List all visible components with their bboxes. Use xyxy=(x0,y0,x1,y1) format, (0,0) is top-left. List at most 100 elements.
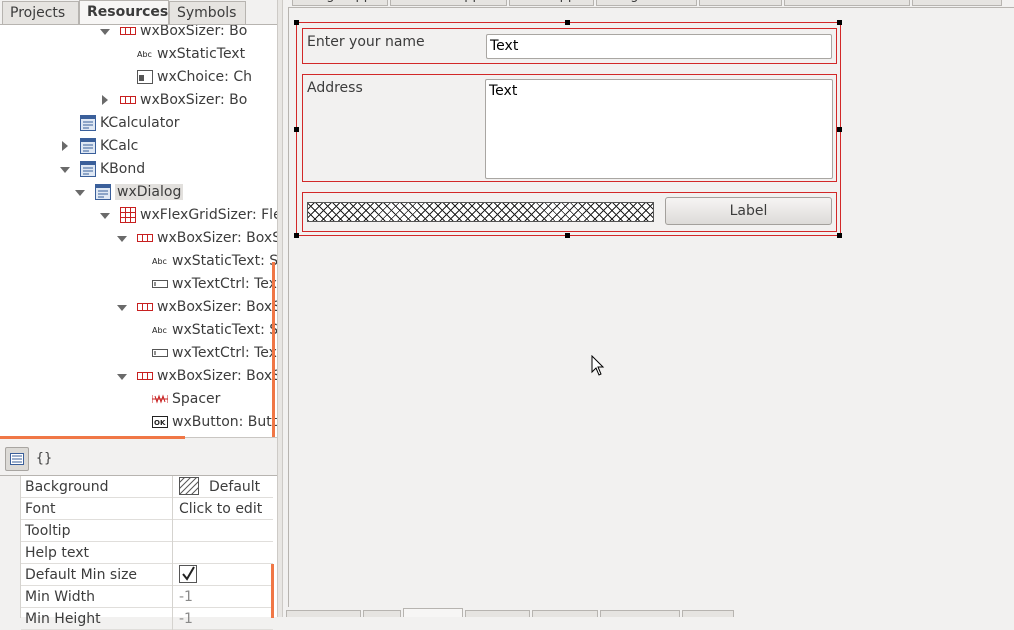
tree-item[interactable]: wxBoxSizer: BoxSiz xyxy=(137,227,277,249)
expand-arrow-icon[interactable] xyxy=(102,95,108,105)
bottom-tab[interactable] xyxy=(532,610,598,617)
button-icon: OK xyxy=(152,416,168,428)
boxsizer-icon xyxy=(137,234,153,242)
file-tab[interactable]: wxAgeForm xyxy=(596,0,697,6)
property-value[interactable] xyxy=(174,564,273,586)
label-button[interactable]: Label xyxy=(665,197,832,225)
resource-tree[interactable]: wxBoxSizer: Bo Abc wxStaticText wxChoice: C… xyxy=(0,24,277,438)
tree-item-label: wxBoxSizer: BoxSiz xyxy=(157,368,277,384)
collapse-arrow-icon[interactable] xyxy=(100,29,110,35)
property-value[interactable]: -1 xyxy=(174,608,273,630)
property-row[interactable]: Default Min size xyxy=(21,564,273,586)
collapse-arrow-icon[interactable] xyxy=(60,167,70,173)
checkbox-checked-icon[interactable] xyxy=(179,564,197,583)
button-row-sizer[interactable]: Label xyxy=(302,192,837,232)
bottom-tab[interactable] xyxy=(363,610,401,617)
resize-handle-br[interactable] xyxy=(837,233,842,238)
dialog-icon xyxy=(95,184,111,200)
svg-text:Abc: Abc xyxy=(137,50,152,59)
tree-item[interactable]: wxTextCtrl: TextC xyxy=(152,273,277,295)
collapse-arrow-icon[interactable] xyxy=(117,374,127,380)
panel-splitter[interactable] xyxy=(0,436,185,439)
tree-item[interactable]: KBond xyxy=(80,158,145,180)
tree-item[interactable]: KCalc xyxy=(80,135,138,157)
tab-projects[interactable]: Projects xyxy=(2,1,79,24)
tree-item[interactable]: wxDialog xyxy=(95,181,184,203)
resize-handle-l[interactable] xyxy=(294,127,299,132)
tree-scroll-indicator[interactable] xyxy=(272,262,275,438)
properties-view-button[interactable] xyxy=(5,447,29,471)
resize-handle-bl[interactable] xyxy=(294,233,299,238)
property-row[interactable]: Min Height -1 xyxy=(21,608,273,630)
tree-item-label: KCalc xyxy=(100,138,139,154)
collapse-arrow-icon[interactable] xyxy=(117,305,127,311)
resize-handle-r[interactable] xyxy=(837,127,842,132)
tree-item[interactable]: KCalculator xyxy=(80,112,180,134)
textctrl-icon xyxy=(152,349,168,357)
property-value[interactable]: Default xyxy=(174,476,273,498)
tree-item[interactable]: Abc wxStaticText xyxy=(137,43,245,65)
property-scroll-indicator[interactable] xyxy=(271,564,274,618)
property-value[interactable] xyxy=(174,542,273,564)
property-row[interactable]: Font Click to edit xyxy=(21,498,273,520)
property-row[interactable]: Help text xyxy=(21,542,273,564)
mouse-cursor-icon xyxy=(591,355,605,376)
dialog-preview[interactable]: Enter your name Text Address Text Label xyxy=(294,20,842,238)
property-row[interactable]: Tooltip xyxy=(21,520,273,542)
svg-text:Abc: Abc xyxy=(152,326,167,335)
bottom-tab[interactable] xyxy=(465,610,530,617)
tree-item[interactable]: Spacer xyxy=(152,388,220,410)
collapse-arrow-icon[interactable] xyxy=(75,190,85,196)
resize-handle-tr[interactable] xyxy=(837,20,842,25)
tab-symbols[interactable]: Symbols xyxy=(169,1,246,24)
choice-icon xyxy=(137,70,153,84)
spacer-hatched[interactable] xyxy=(307,202,654,222)
property-value[interactable] xyxy=(174,520,273,542)
name-row-sizer[interactable]: Enter your name Text xyxy=(302,28,837,64)
bottom-tab[interactable] xyxy=(286,610,361,617)
tree-item[interactable]: wxBoxSizer: Bo xyxy=(120,25,247,42)
file-tabs: wxAgetappFormFlexappKCalcappwxAgeFormKCa… xyxy=(284,0,1014,7)
color-swatch-icon xyxy=(178,476,200,495)
address-row-sizer[interactable]: Address Text xyxy=(302,74,837,182)
events-view-button[interactable]: {} xyxy=(32,447,56,471)
bottom-tab[interactable] xyxy=(682,610,734,617)
file-tab[interactable]: KBondForm xyxy=(912,0,1002,6)
address-text-area[interactable]: Text xyxy=(485,79,833,179)
tree-item[interactable]: Abc wxStaticText: Sta xyxy=(152,250,277,272)
tree-item[interactable]: wxBoxSizer: BoxSiz xyxy=(137,296,277,318)
tree-item[interactable]: Abc wxStaticText: Sta xyxy=(152,319,277,341)
collapse-arrow-icon[interactable] xyxy=(100,213,110,219)
property-row[interactable]: Background Default xyxy=(21,476,273,498)
editor-bottom-tabs xyxy=(284,608,1014,617)
file-tab[interactable]: FormFlexForm xyxy=(784,0,910,6)
property-value[interactable]: -1 xyxy=(174,586,273,608)
file-tab[interactable]: KCalcForm xyxy=(699,0,782,6)
tree-item[interactable]: wxFlexGridSizer: Flex xyxy=(120,204,277,226)
property-row[interactable]: Min Width -1 xyxy=(21,586,273,608)
resize-handle-b[interactable] xyxy=(565,233,570,238)
name-text-input[interactable]: Text xyxy=(486,34,832,59)
file-tab[interactable]: KCalcapp xyxy=(509,0,594,6)
property-value[interactable]: Click to edit xyxy=(174,498,273,520)
tree-item[interactable]: OK wxButton: Button xyxy=(152,411,277,433)
vertical-splitter[interactable] xyxy=(277,0,283,617)
bottom-tab-active[interactable] xyxy=(403,608,463,617)
collapse-arrow-icon[interactable] xyxy=(117,236,127,242)
tab-resources[interactable]: Resources xyxy=(79,0,169,25)
tree-item[interactable]: wxTextCtrl: TextC xyxy=(152,342,277,364)
left-panel: Projects Resources Symbols wxBoxSizer: B… xyxy=(0,0,277,630)
bottom-tab[interactable] xyxy=(600,610,680,617)
file-tab[interactable]: wxAgetapp xyxy=(292,0,388,6)
resize-handle-t[interactable] xyxy=(565,20,570,25)
resize-handle-tl[interactable] xyxy=(294,20,299,25)
tree-item-label: wxDialog xyxy=(115,184,184,200)
expand-arrow-icon[interactable] xyxy=(62,141,68,151)
svg-text:OK: OK xyxy=(154,419,166,427)
property-grid-gutter xyxy=(0,476,21,618)
tree-item-label: wxStaticText xyxy=(157,46,246,62)
file-tab[interactable]: FormFlexapp xyxy=(390,0,507,6)
tree-item[interactable]: wxBoxSizer: Bo xyxy=(120,89,247,111)
tree-item[interactable]: wxChoice: Ch xyxy=(137,66,252,88)
tree-item[interactable]: wxBoxSizer: BoxSiz xyxy=(137,365,277,387)
